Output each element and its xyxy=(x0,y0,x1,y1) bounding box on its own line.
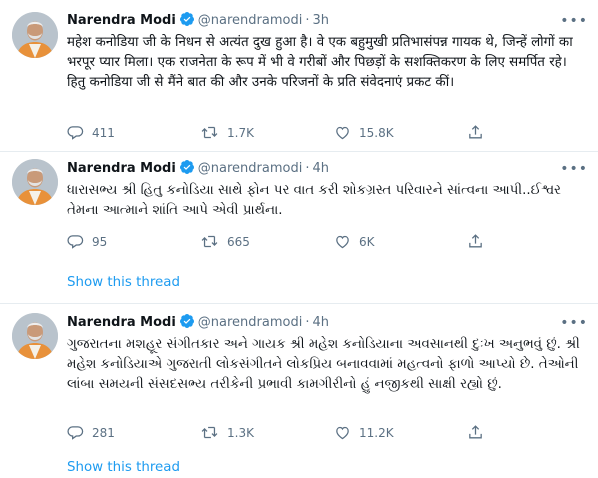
tweet-1[interactable]: Narendra Modi @narendramodi · 3h ••• महेश क… xyxy=(0,0,598,152)
timestamp[interactable]: 3h xyxy=(312,13,329,28)
retweet-icon xyxy=(201,235,218,248)
tweet-header: Narendra Modi @narendramodi · 4h ••• xyxy=(67,312,588,334)
author-handle[interactable]: @narendramodi xyxy=(198,315,303,330)
tweet-2[interactable]: Narendra Modi @narendramodi · 4h ••• ધારાસભ… xyxy=(0,151,598,304)
like-count: 11.2K xyxy=(359,426,394,440)
like-button[interactable]: 6K xyxy=(334,232,375,252)
verified-badge-icon xyxy=(179,11,195,35)
retweet-button[interactable]: 665 xyxy=(200,232,250,252)
timestamp[interactable]: 4h xyxy=(312,161,329,176)
timestamp[interactable]: 4h xyxy=(312,315,329,330)
tweet-header: Narendra Modi @narendramodi · 4h ••• xyxy=(67,158,588,180)
share-button[interactable] xyxy=(467,123,492,143)
more-icon[interactable]: ••• xyxy=(560,10,588,32)
retweet-count: 665 xyxy=(227,235,250,249)
retweet-count: 1.3K xyxy=(227,426,254,440)
like-count: 15.8K xyxy=(359,126,394,140)
show-thread-link[interactable]: Show this thread xyxy=(67,273,180,293)
share-icon xyxy=(469,234,482,248)
tweet-feed: Narendra Modi @narendramodi · 3h ••• महेश क… xyxy=(0,0,598,477)
author-name[interactable]: Narendra Modi xyxy=(67,315,176,330)
retweet-icon xyxy=(201,126,218,139)
tweet-text: ધારાસભ્ય શ્રી હિતુ કનોડિયા સાથે ફોન પર વ… xyxy=(67,183,561,218)
share-button[interactable] xyxy=(467,423,492,443)
reply-button[interactable]: 411 xyxy=(67,123,115,143)
like-button[interactable]: 11.2K xyxy=(334,423,394,443)
tweet-header: Narendra Modi @narendramodi · 3h ••• xyxy=(67,10,588,32)
like-count: 6K xyxy=(359,235,375,249)
reply-count: 281 xyxy=(92,426,115,440)
avatar[interactable] xyxy=(12,12,58,58)
tweet-3[interactable]: Narendra Modi @narendramodi · 4h ••• ગુજરાત… xyxy=(0,303,598,477)
author-handle[interactable]: @narendramodi xyxy=(198,161,303,176)
like-icon xyxy=(336,235,349,249)
separator: · xyxy=(305,13,310,28)
tweet-text: ગુજરાતના મશહૂર સંગીતકાર અને ગાયક શ્રી મહ… xyxy=(67,337,580,392)
author-name[interactable]: Narendra Modi xyxy=(67,13,176,28)
reply-icon xyxy=(67,426,84,440)
reply-button[interactable]: 281 xyxy=(67,423,115,443)
tweet-actions: 281 1.3K 11.2K xyxy=(67,423,567,443)
separator: · xyxy=(305,315,310,330)
retweet-button[interactable]: 1.3K xyxy=(200,423,254,443)
author-handle[interactable]: @narendramodi xyxy=(198,13,303,28)
share-icon xyxy=(469,425,482,439)
like-icon xyxy=(336,126,349,140)
author-name[interactable]: Narendra Modi xyxy=(67,161,176,176)
verified-badge-icon xyxy=(179,159,195,183)
more-icon[interactable]: ••• xyxy=(560,312,588,334)
tweet-text: महेश कनोडिया जी के निधन से अत्यंत दुख हु… xyxy=(67,35,573,90)
reply-count: 95 xyxy=(92,235,108,249)
reply-button[interactable]: 95 xyxy=(67,232,107,252)
tweet-actions: 411 1.7K 15.8K xyxy=(67,123,567,143)
share-icon xyxy=(469,125,482,139)
avatar[interactable] xyxy=(12,313,58,359)
more-icon[interactable]: ••• xyxy=(560,158,588,180)
retweet-button[interactable]: 1.7K xyxy=(200,123,254,143)
share-button[interactable] xyxy=(467,232,492,252)
reply-count: 411 xyxy=(92,126,115,140)
tweet-actions: 95 665 6K xyxy=(67,232,567,252)
separator: · xyxy=(305,161,310,176)
retweet-count: 1.7K xyxy=(227,126,254,140)
retweet-icon xyxy=(201,426,218,439)
like-button[interactable]: 15.8K xyxy=(334,123,394,143)
reply-icon xyxy=(67,235,84,249)
avatar[interactable] xyxy=(12,159,58,205)
like-icon xyxy=(336,426,349,440)
show-thread-link[interactable]: Show this thread xyxy=(67,458,180,478)
verified-badge-icon xyxy=(179,313,195,337)
reply-icon xyxy=(67,126,84,140)
